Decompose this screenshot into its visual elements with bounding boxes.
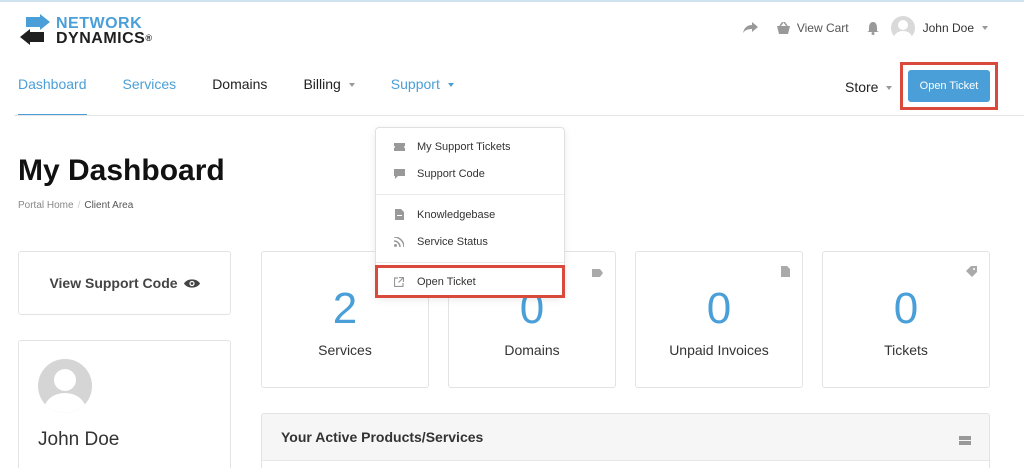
stat-tile-tickets[interactable]: 0 Tickets [822,251,990,388]
user-avatar[interactable] [890,16,915,40]
share-arrow-icon[interactable] [742,22,758,34]
user-menu[interactable]: John Doe [923,21,974,35]
bell-icon[interactable] [866,21,879,35]
main-nav: Dashboard Services Domains Billing Suppo… [18,76,490,116]
view-support-code-card[interactable]: View Support Code [18,251,231,315]
top-border [0,0,1024,2]
nav-support-label: Support [390,76,440,92]
eye-icon [183,278,200,289]
active-products-title: Your Active Products/Services [281,429,484,445]
nav-services[interactable]: Services [123,76,177,116]
server-icon [959,432,971,450]
chevron-down-icon [886,86,893,91]
profile-name: John Doe [38,429,120,450]
stat-tickets-label: Tickets [884,342,928,358]
nav-billing-label: Billing [303,76,341,92]
view-cart-link[interactable]: View Cart [797,21,849,35]
stat-tile-unpaid-invoices[interactable]: 0 Unpaid Invoices [635,251,803,388]
breadcrumb: Portal Home / Client Area [18,200,133,211]
profile-card: John Doe [18,340,231,468]
brand-line-2: DYNAMICS [56,30,146,47]
stat-invoices-label: Unpaid Invoices [669,342,769,358]
document-icon [393,209,405,221]
nav-store[interactable]: Store [845,79,893,95]
comment-icon [393,168,405,180]
chevron-down-icon [982,26,988,30]
active-products-body [262,460,989,468]
menu-item-knowledgebase[interactable]: Knowledgebase [376,201,564,228]
active-products-panel: Your Active Products/Services [261,413,990,468]
nav-dashboard-label: Dashboard [18,76,87,92]
tag-icon [966,264,977,282]
menu-divider [376,194,564,195]
nav-support[interactable]: Support [391,76,454,116]
chevron-down-icon [447,83,454,88]
menu-item-label: My Support Tickets [417,140,511,153]
profile-avatar [38,359,92,413]
breadcrumb-home[interactable]: Portal Home [18,200,74,211]
brand-logo[interactable]: NETWORK DYNAMICS® [18,14,152,48]
view-support-code-label: View Support Code [49,275,178,291]
chevron-down-icon [348,83,355,88]
page-title: My Dashboard [18,154,225,187]
menu-item-label: Support Code [417,167,485,180]
nav-billing[interactable]: Billing [303,76,355,116]
highlight-open-ticket-button [900,62,998,110]
nav-domains[interactable]: Domains [212,76,267,116]
brand-line-1: NETWORK [56,15,143,32]
stat-invoices-value: 0 [706,284,732,333]
brand-registered-mark: ® [145,33,153,43]
breadcrumb-current: Client Area [84,200,134,211]
stat-domains-label: Domains [504,342,560,358]
nav-divider [14,115,1024,116]
menu-item-my-support-tickets[interactable]: My Support Tickets [376,133,564,160]
nav-store-label: Store [845,79,879,95]
nav-domains-label: Domains [212,76,268,92]
basket-icon[interactable] [776,21,791,35]
double-arrow-logo-icon [18,14,52,48]
menu-divider [376,262,564,263]
nav-dashboard[interactable]: Dashboard [18,76,87,116]
invoice-icon [781,264,790,282]
menu-item-label: Service Status [417,235,488,248]
stat-services-label: Services [318,342,372,358]
nav-services-label: Services [122,76,177,92]
rss-icon [393,236,405,248]
menu-item-label: Knowledgebase [417,208,496,221]
menu-item-support-code[interactable]: Support Code [376,160,564,187]
header-actions: View Cart John Doe [729,16,988,40]
menu-item-service-status[interactable]: Service Status [376,228,564,255]
breadcrumb-separator: / [77,200,81,211]
ticket-icon [393,141,405,153]
highlight-menu-open-ticket [375,265,565,298]
label-icon [592,264,603,282]
stat-tickets-value: 0 [893,284,919,333]
